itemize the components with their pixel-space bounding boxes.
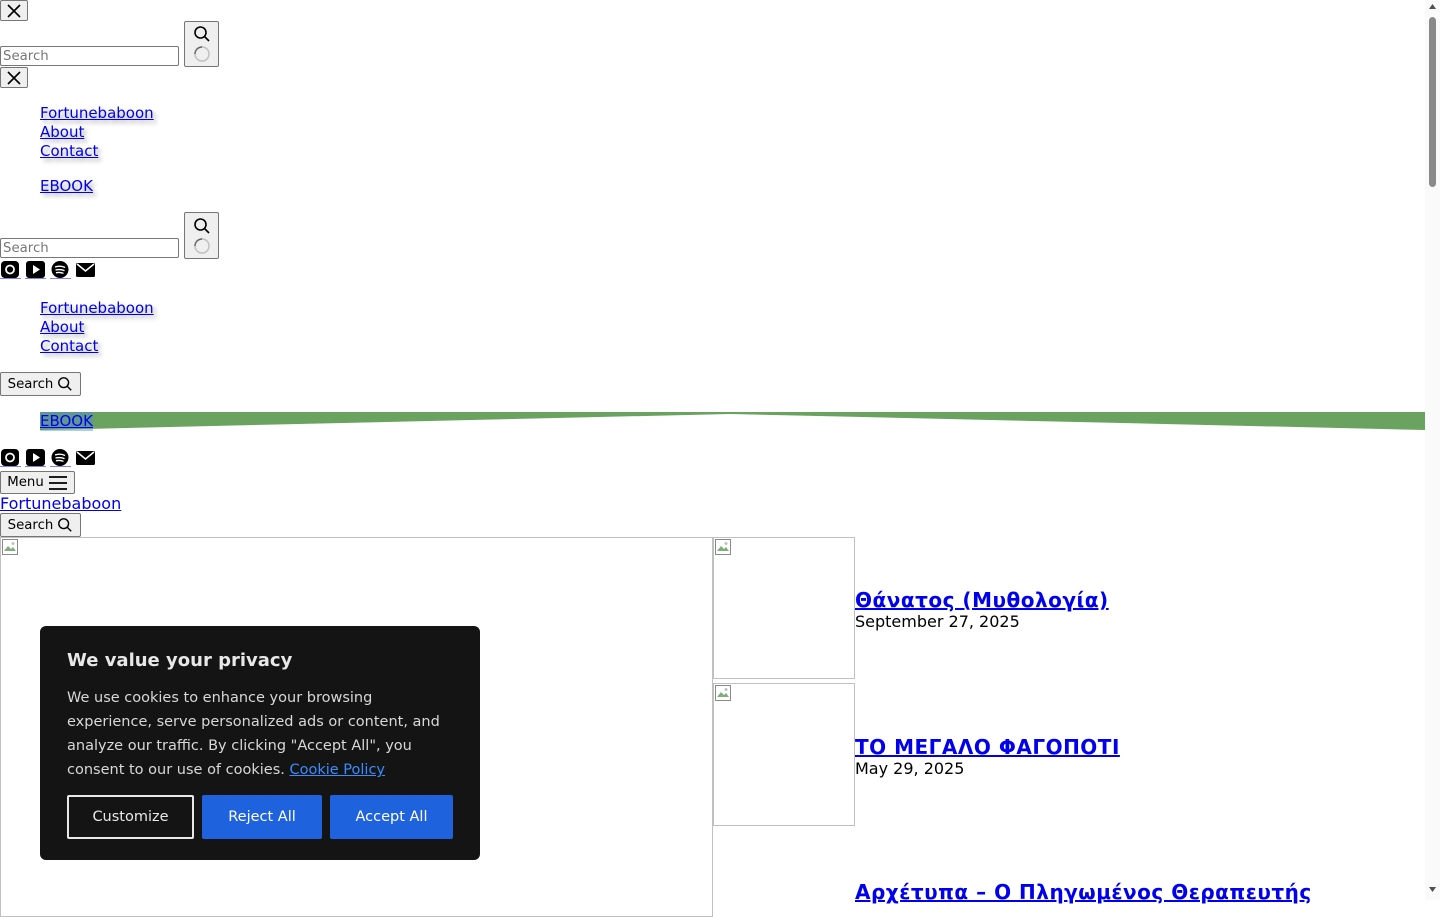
search-icon <box>58 518 73 532</box>
cookie-description: We use cookies to enhance your browsing … <box>67 686 453 782</box>
search-submit-button[interactable] <box>184 21 219 67</box>
cookie-title: We value your privacy <box>67 650 293 671</box>
post-title-link[interactable]: Αρχέτυπα – Ο Πληγωμένος Θεραπευτής <box>855 880 1312 904</box>
close-overlay-button[interactable] <box>0 0 28 21</box>
broken-image-icon <box>715 539 731 555</box>
nav-link-about[interactable]: About <box>40 123 84 142</box>
search-input[interactable] <box>0 46 179 66</box>
spotify-icon[interactable] <box>50 449 71 468</box>
spotify-icon[interactable] <box>50 261 71 280</box>
nav-link-ebook-2[interactable]: EBOOK <box>40 412 93 431</box>
loading-spinner-icon <box>193 237 210 254</box>
cookie-buttons: Customize Reject All Accept All <box>67 795 453 839</box>
post-thumbnail[interactable] <box>713 683 855 826</box>
youtube-icon[interactable] <box>25 449 46 468</box>
nav-link-ebook[interactable]: EBOOK <box>40 177 93 196</box>
hamburger-icon <box>48 475 67 490</box>
nav-link-about-2[interactable]: About <box>40 318 84 337</box>
reject-all-button[interactable]: Reject All <box>202 795 322 839</box>
search-input-secondary[interactable] <box>0 238 179 258</box>
post-date: September 27, 2025 <box>855 612 1020 631</box>
search-icon <box>193 217 210 234</box>
email-icon[interactable] <box>75 449 96 467</box>
search-submit-button-secondary[interactable] <box>184 212 219 259</box>
nav-link-contact[interactable]: Contact <box>40 142 98 161</box>
header-search-button[interactable]: Search <box>0 513 81 537</box>
page-scrollbar[interactable] <box>1425 0 1440 900</box>
search-button-label: Search <box>7 517 54 533</box>
nav-link-fortunebaboon[interactable]: Fortunebaboon <box>40 104 154 123</box>
post-date: May 29, 2025 <box>855 759 965 778</box>
nav-link-fortunebaboon-2[interactable]: Fortunebaboon <box>40 299 154 318</box>
youtube-icon[interactable] <box>25 261 46 280</box>
close-icon <box>7 3 21 18</box>
search-button-label: Search <box>7 376 54 392</box>
accept-all-button[interactable]: Accept All <box>330 795 453 839</box>
cookie-consent-dialog: We value your privacy We use cookies to … <box>40 626 480 860</box>
broken-image-icon <box>715 685 731 701</box>
post-title-link[interactable]: Θάνατος (Μυθολογία) <box>855 588 1109 612</box>
header-search-toggle[interactable]: Search <box>0 372 81 396</box>
loading-spinner-icon <box>193 46 210 62</box>
nav-link-contact-2[interactable]: Contact <box>40 337 98 356</box>
cookie-policy-link[interactable]: Cookie Policy <box>289 762 385 778</box>
customize-button[interactable]: Customize <box>67 795 194 839</box>
post-thumbnail[interactable] <box>713 537 855 679</box>
site-title-link[interactable]: Fortunebaboon <box>0 494 121 513</box>
email-icon[interactable] <box>75 261 96 279</box>
search-icon <box>193 26 210 42</box>
scroll-down-arrow-icon[interactable] <box>1428 886 1437 893</box>
scrollbar-thumb[interactable] <box>1429 17 1436 187</box>
instagram-icon[interactable] <box>0 449 21 468</box>
broken-image-icon <box>2 539 18 555</box>
search-icon <box>58 377 73 391</box>
instagram-icon[interactable] <box>0 261 21 280</box>
social-links <box>0 261 96 280</box>
green-wave-divider <box>40 412 1425 430</box>
post-title-link[interactable]: ΤΟ ΜΕΓΑΛΟ ΦΑΓΟΠΟΤΙ <box>855 735 1120 759</box>
menu-toggle-button[interactable]: Menu <box>0 471 75 494</box>
scroll-up-arrow-icon[interactable] <box>1428 3 1437 10</box>
social-links-2 <box>0 449 96 468</box>
close-menu-button[interactable] <box>0 67 28 88</box>
close-icon <box>7 70 21 85</box>
menu-button-label: Menu <box>7 475 44 490</box>
